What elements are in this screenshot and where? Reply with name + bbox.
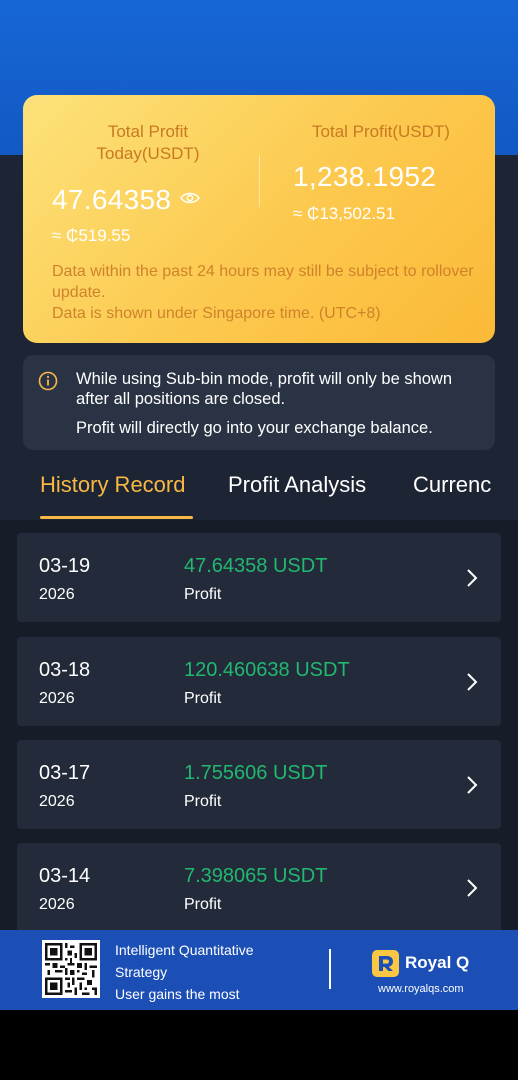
slogan-line: Strategy xyxy=(115,964,168,980)
chevron-right-icon[interactable] xyxy=(465,567,479,589)
note-timezone: Data is shown under Singapore time. (UTC… xyxy=(52,305,381,322)
brand-name: Royal Q xyxy=(405,953,470,972)
record-amount: 120.460638 USDT xyxy=(184,659,350,681)
record-year: 2026 xyxy=(39,896,75,913)
notice-line-balance: Profit will directly go into your exchan… xyxy=(76,419,433,437)
record-date: 03-19 xyxy=(39,555,91,577)
today-profit-fiat: ≈ ₵519.55 xyxy=(52,226,131,245)
record-tabs: History Record Profit Analysis Currenc xyxy=(0,462,518,520)
list-item[interactable]: 03-19 2026 47.64358 USDT Profit xyxy=(17,533,501,622)
history-record-list: 03-19 2026 47.64358 USDT Profit 03-18 20… xyxy=(0,520,518,930)
active-tab-indicator xyxy=(40,516,193,519)
record-date: 03-14 xyxy=(39,865,91,887)
record-type-label: Profit xyxy=(184,690,222,707)
tab-history-record[interactable]: History Record xyxy=(40,472,185,498)
today-profit-label: Total Profit Today(USDT) xyxy=(96,122,200,163)
record-year: 2026 xyxy=(39,586,75,603)
royal-q-logo-icon xyxy=(372,950,399,977)
record-amount: 7.398065 USDT xyxy=(184,865,328,887)
list-item[interactable]: 03-14 2026 7.398065 USDT Profit xyxy=(17,843,501,930)
profit-card-note: Data within the past 24 hours may still … xyxy=(52,261,482,324)
note-rollover: Data within the past 24 hours may still … xyxy=(52,263,474,301)
chevron-right-icon[interactable] xyxy=(465,774,479,796)
record-year: 2026 xyxy=(39,793,75,810)
promo-footer: Intelligent Quantitative Strategy User g… xyxy=(0,930,518,1010)
brand-url: www.royalqs.com xyxy=(378,983,464,995)
record-amount: 47.64358 USDT xyxy=(184,555,328,577)
today-profit-value: 47.64358 xyxy=(52,184,172,215)
list-item[interactable]: 03-18 2026 120.460638 USDT Profit xyxy=(17,637,501,726)
tab-profit-analysis[interactable]: Profit Analysis xyxy=(228,472,366,498)
bottom-black-bar xyxy=(0,1010,518,1080)
record-amount: 1.755606 USDT xyxy=(184,762,328,784)
profit-summary-card: Total Profit Today(USDT) 47.64358 ≈ ₵519… xyxy=(23,95,495,343)
list-item[interactable]: 03-17 2026 1.755606 USDT Profit xyxy=(17,740,501,829)
slogan-line: User gains the most xyxy=(115,986,240,1002)
notice-line-subbin: While using Sub-bin mode, profit will on… xyxy=(76,370,453,408)
tab-currency[interactable]: Currenc xyxy=(413,472,491,498)
record-date: 03-17 xyxy=(39,762,91,784)
record-type-label: Profit xyxy=(184,586,222,603)
eye-icon[interactable] xyxy=(180,191,200,205)
total-profit-label: Total Profit(USDT) xyxy=(312,122,450,141)
app-screen: Total Profit Today(USDT) 47.64358 ≈ ₵519… xyxy=(0,0,518,1010)
info-icon xyxy=(38,371,58,391)
record-type-label: Profit xyxy=(184,793,222,810)
record-date: 03-18 xyxy=(39,659,91,681)
sub-bin-notice: While using Sub-bin mode, profit will on… xyxy=(23,355,495,450)
record-type-label: Profit xyxy=(184,896,222,913)
total-profit-value: 1,238.1952 xyxy=(293,161,437,192)
chevron-right-icon[interactable] xyxy=(465,877,479,899)
chevron-right-icon[interactable] xyxy=(465,671,479,693)
footer-slogan: Intelligent Quantitative Strategy User g… xyxy=(115,939,305,1005)
slogan-line: Intelligent Quantitative xyxy=(115,942,254,958)
card-divider xyxy=(259,155,260,207)
qr-code-icon xyxy=(42,940,100,998)
total-profit-fiat: ≈ ₵13,502.51 xyxy=(293,204,395,223)
record-year: 2026 xyxy=(39,690,75,707)
notice-text: While using Sub-bin mode, profit will on… xyxy=(76,369,486,438)
footer-divider xyxy=(329,949,331,989)
